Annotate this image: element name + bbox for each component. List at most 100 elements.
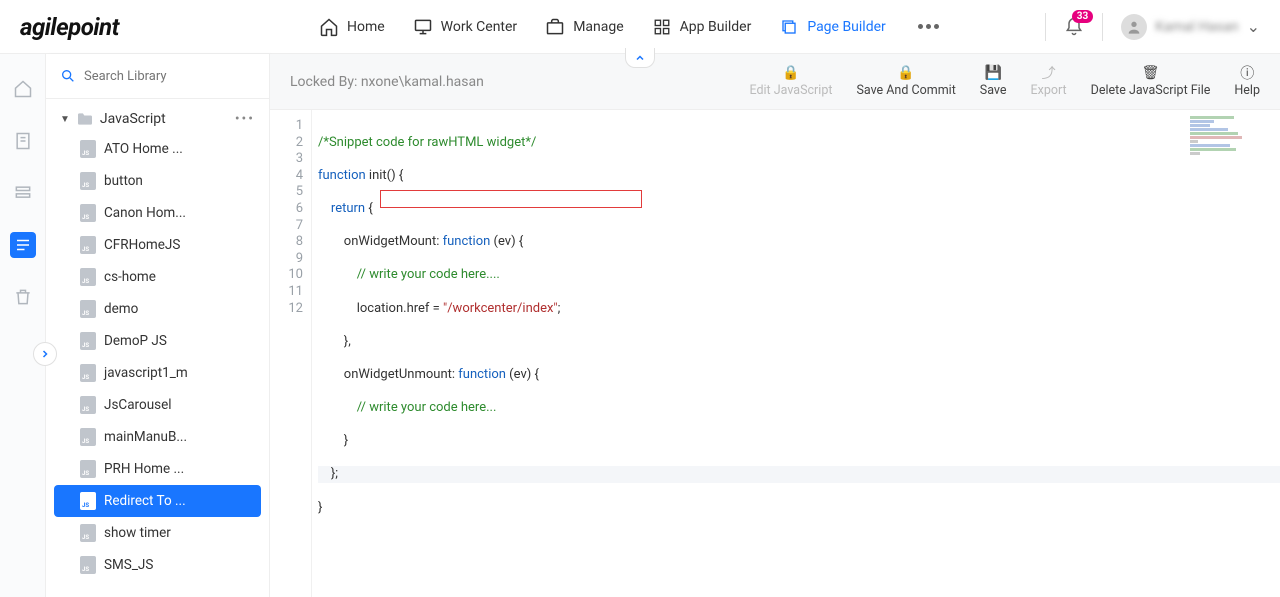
rail-expand-button[interactable]	[33, 342, 57, 366]
rail-library[interactable]	[10, 232, 36, 258]
nav-page-builder[interactable]: Page Builder	[779, 17, 885, 37]
save-icon: 💾	[984, 65, 1001, 81]
help-icon: ⓘ	[1240, 65, 1254, 81]
rail-forms[interactable]	[10, 180, 36, 206]
tree-item[interactable]: mainManuB...	[46, 421, 269, 453]
lock-icon: 🔒	[897, 65, 914, 81]
divider	[1045, 13, 1046, 41]
code-editor[interactable]: 123456789101112 /*Snippet code for rawHT…	[270, 110, 1280, 597]
js-file-icon	[80, 396, 96, 414]
js-file-icon	[80, 524, 96, 542]
tree-folder-label: JavaScript	[100, 111, 166, 127]
rail-pages[interactable]	[10, 128, 36, 154]
tree-item-label: button	[104, 173, 143, 189]
rail-home[interactable]	[10, 76, 36, 102]
rail-trash[interactable]	[10, 284, 36, 310]
tree-item-label: mainManuB...	[104, 429, 187, 445]
nav-app-builder[interactable]: App Builder	[652, 17, 752, 37]
delete-javascript-button[interactable]: 🗑Delete JavaScript File	[1091, 65, 1211, 98]
user-menu[interactable]: Kamal Hasan ⌄	[1121, 14, 1260, 40]
tree-folder-menu[interactable]: •••	[235, 111, 255, 127]
js-file-icon	[80, 140, 96, 158]
tree-item-label: ATO Home ...	[104, 141, 183, 157]
tree-item[interactable]: ATO Home ...	[46, 133, 269, 165]
nav-manage[interactable]: Manage	[545, 17, 623, 37]
highlight-annotation	[380, 190, 642, 208]
js-file-icon	[80, 460, 96, 478]
grid-icon	[652, 17, 672, 37]
tree-item[interactable]: show timer	[46, 517, 269, 549]
line-gutter: 123456789101112	[270, 110, 312, 597]
nav-home-label: Home	[347, 19, 385, 35]
tree-item[interactable]: DemoP JS	[46, 325, 269, 357]
nav-work-center-label: Work Center	[441, 19, 518, 35]
js-file-icon	[80, 204, 96, 222]
avatar-icon	[1121, 14, 1147, 40]
minimap[interactable]	[1190, 116, 1270, 176]
tree-item[interactable]: CFRHomeJS	[46, 229, 269, 261]
js-file-icon	[80, 268, 96, 286]
tree-item[interactable]: JsCarousel	[46, 389, 269, 421]
nav-manage-label: Manage	[573, 19, 623, 35]
js-file-icon	[80, 332, 96, 350]
notification-badge: 33	[1072, 10, 1093, 23]
js-file-icon	[80, 556, 96, 574]
notifications-button[interactable]: 33	[1064, 17, 1084, 37]
tree-item-label: SMS_JS	[104, 557, 153, 573]
tree-item[interactable]: PRH Home ...	[46, 453, 269, 485]
tree-item-label: PRH Home ...	[104, 461, 184, 477]
tree-item-label: CFRHomeJS	[104, 237, 180, 253]
search-input[interactable]	[84, 69, 255, 84]
export-button[interactable]: ⤴Export	[1031, 65, 1067, 98]
tree-item[interactable]: Redirect To ...	[54, 485, 261, 517]
copy-icon	[779, 17, 799, 37]
tree-item[interactable]: SMS_JS	[46, 549, 269, 581]
library-tree[interactable]: ▼ JavaScript ••• ATO Home ... button Canon…	[46, 99, 269, 597]
caret-down-icon: ▼	[60, 114, 70, 125]
lock-icon: 🔒	[782, 65, 799, 81]
nav-app-builder-label: App Builder	[680, 19, 752, 35]
nav-home[interactable]: Home	[319, 17, 385, 37]
search-icon	[60, 68, 76, 84]
tree-item[interactable]: javascript1_m	[46, 357, 269, 389]
home-icon	[319, 17, 339, 37]
code-content[interactable]: /*Snippet code for rawHTML widget*/ func…	[312, 110, 1280, 597]
help-button[interactable]: ⓘHelp	[1234, 65, 1260, 98]
briefcase-icon	[545, 17, 565, 37]
js-file-icon	[80, 172, 96, 190]
logo: agilepoint	[20, 13, 119, 41]
tree-item-label: Redirect To ...	[104, 493, 186, 509]
js-file-icon	[80, 492, 96, 510]
edit-javascript-button[interactable]: 🔒Edit JavaScript	[749, 65, 832, 98]
monitor-icon	[413, 17, 433, 37]
chevron-down-icon: ⌄	[1247, 17, 1260, 36]
tree-item-label: DemoP JS	[104, 333, 167, 349]
tree-item[interactable]: Canon Hom...	[46, 197, 269, 229]
tree-item-label: show timer	[104, 525, 171, 541]
nav-more-button[interactable]	[918, 24, 939, 29]
folder-icon	[76, 112, 94, 126]
js-file-icon	[80, 364, 96, 382]
tree-item-label: JsCarousel	[104, 397, 172, 413]
nav-work-center[interactable]: Work Center	[413, 17, 518, 37]
tree-item-label: cs-home	[104, 269, 156, 285]
js-file-icon	[80, 428, 96, 446]
export-icon: ⤴	[1042, 65, 1056, 81]
tree-folder-javascript[interactable]: ▼ JavaScript •••	[46, 105, 269, 133]
save-and-commit-button[interactable]: 🔒Save And Commit	[856, 65, 955, 98]
nav-page-builder-label: Page Builder	[807, 19, 885, 35]
js-file-icon	[80, 300, 96, 318]
trash-icon: 🗑	[1142, 65, 1160, 81]
save-button[interactable]: 💾Save	[980, 65, 1007, 98]
tree-item[interactable]: demo	[46, 293, 269, 325]
locked-by-label: Locked By: nxone\kamal.hasan	[290, 74, 484, 90]
tree-item[interactable]: button	[46, 165, 269, 197]
js-file-icon	[80, 236, 96, 254]
user-name-label: Kamal Hasan	[1155, 19, 1238, 35]
tree-item-label: demo	[104, 301, 138, 317]
collapse-header-button[interactable]	[625, 48, 655, 68]
divider	[1102, 13, 1103, 41]
tree-item-label: javascript1_m	[104, 365, 188, 381]
tree-item[interactable]: cs-home	[46, 261, 269, 293]
tree-item-label: Canon Hom...	[104, 205, 186, 221]
